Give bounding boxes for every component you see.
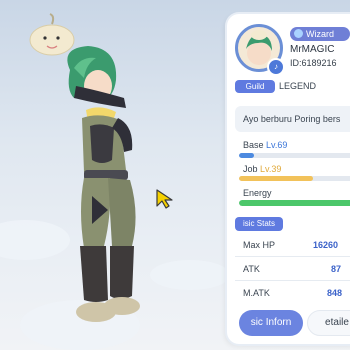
basic-info-tab-button[interactable]: sic Inforn — [239, 310, 303, 336]
player-id: ID:6189216 — [290, 58, 337, 68]
player-name: MrMAGIC — [290, 44, 335, 55]
job-exp-bar — [239, 176, 350, 181]
divider — [235, 256, 350, 257]
base-label-text: Base — [243, 140, 264, 150]
job-label-text: Job — [243, 164, 258, 174]
energy-bar — [239, 200, 350, 206]
matk-value: 848 — [327, 288, 343, 298]
atk-label: ATK — [243, 264, 260, 274]
class-badge-label: Wizard — [306, 29, 335, 39]
job-level-value: Lv.39 — [260, 164, 282, 174]
class-badge: Wizard — [290, 27, 350, 41]
basic-stats-tag: isic Stats — [235, 217, 283, 231]
matk-label: M.ATK — [243, 288, 270, 298]
base-exp-bar — [239, 153, 350, 158]
atk-value: 87 — [331, 264, 342, 274]
player-character[interactable] — [0, 0, 230, 350]
base-level-label: Base Lv.69 — [243, 140, 287, 150]
job-exp-fill — [239, 176, 314, 181]
class-icon — [294, 29, 303, 38]
max-hp-label: Max HP — [243, 240, 276, 250]
base-level-value: Lv.69 — [266, 140, 288, 150]
divider — [235, 280, 350, 281]
energy-fill — [239, 200, 350, 206]
job-level-label: Job Lv.39 — [243, 164, 281, 174]
base-exp-fill — [239, 153, 255, 158]
music-note-icon: ♪ — [267, 58, 285, 76]
status-message: Ayo berburu Poring bers — [243, 114, 341, 124]
guild-name[interactable]: LEGEND — [279, 80, 316, 93]
details-tab-button[interactable]: etaile — [307, 310, 350, 336]
energy-label: Energy — [243, 188, 272, 198]
max-hp-value: 16260 — [313, 240, 339, 250]
guild-tag: Guild — [235, 80, 275, 93]
pointer-cursor-icon — [156, 189, 173, 209]
profile-panel: ♪ Wizard MrMAGIC ID:6189216 Guild LEGEND… — [227, 14, 350, 344]
